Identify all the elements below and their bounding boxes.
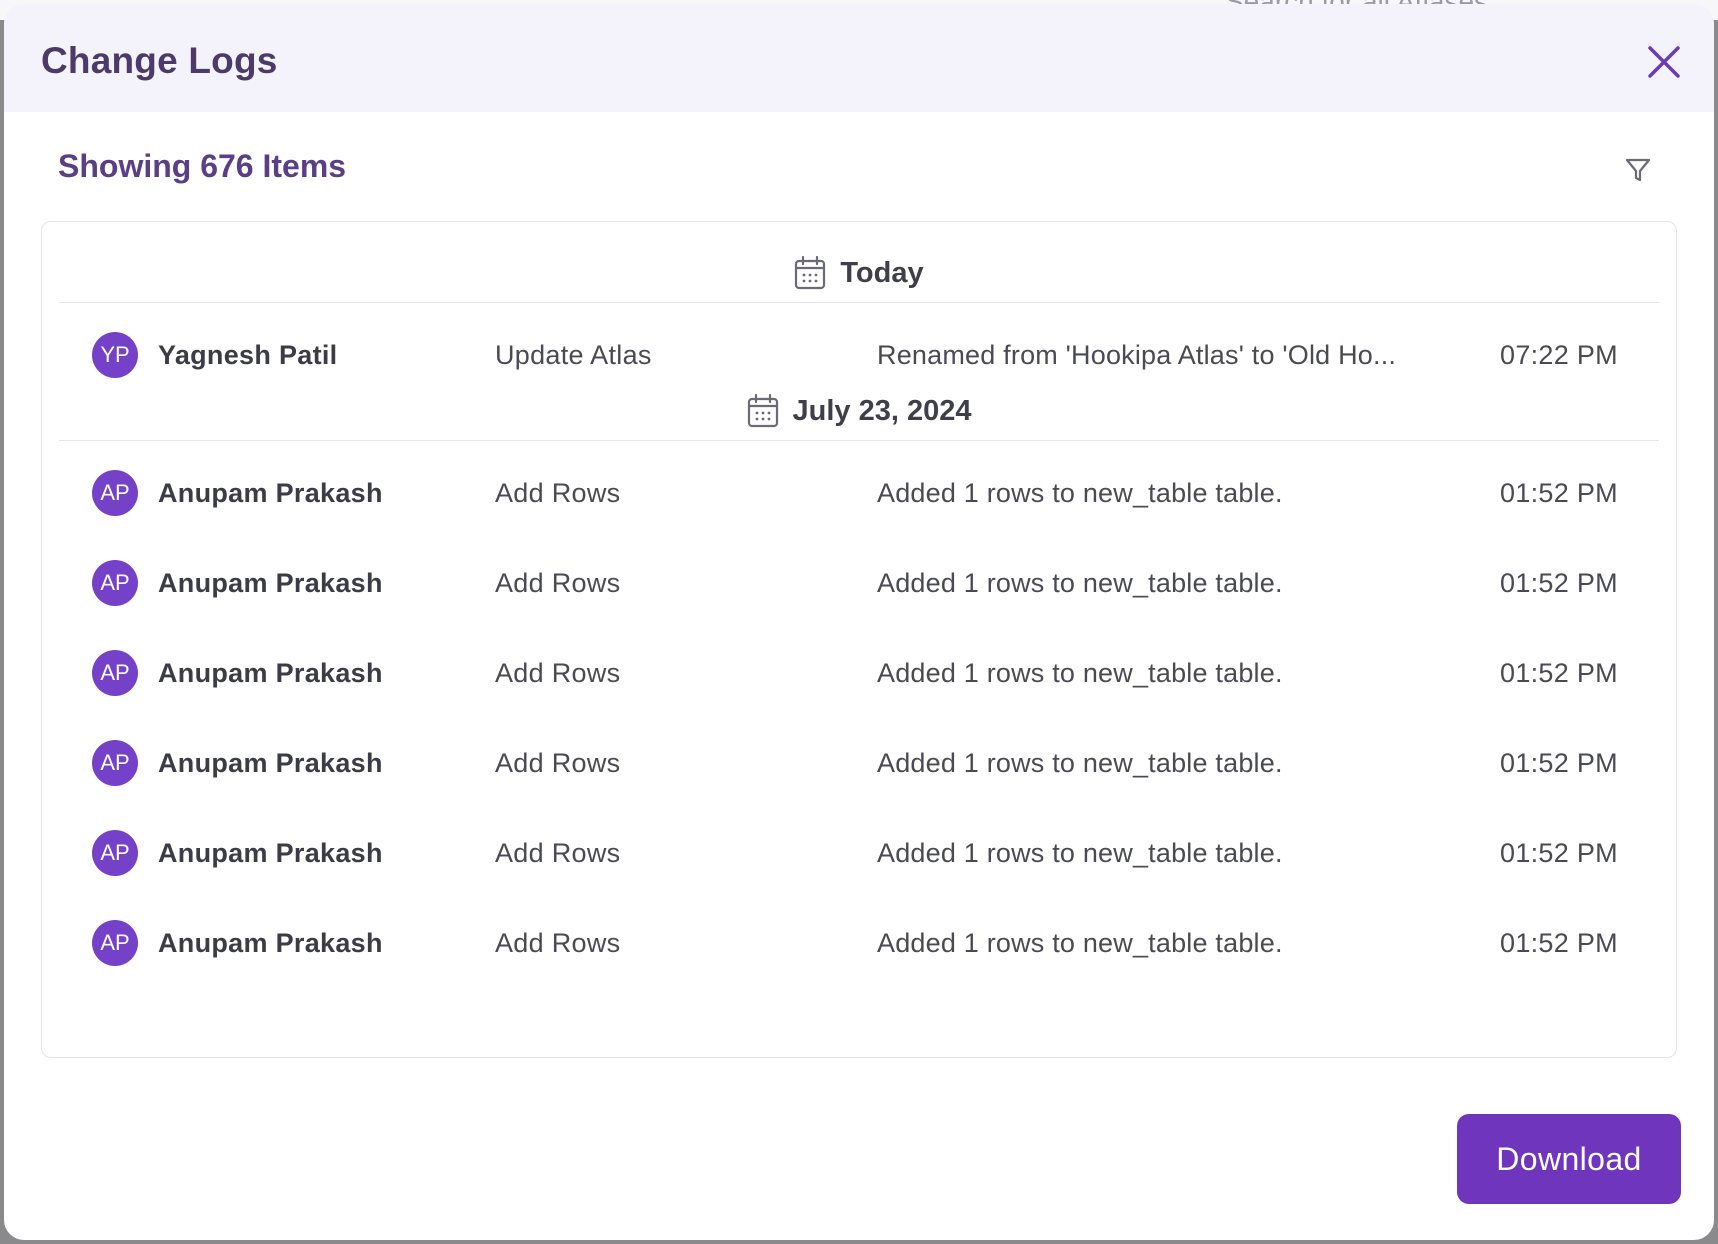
log-entry-row[interactable]: AP Anupam Prakash Add Rows Added 1 rows to … — [42, 822, 1678, 882]
date-group-header: July 23, 2024 — [59, 382, 1659, 441]
timestamp: 07:22 PM — [1500, 340, 1618, 370]
download-button[interactable]: Download — [1457, 1114, 1681, 1204]
change-details: Added 1 rows to new_table table. — [877, 658, 1283, 688]
change-details: Added 1 rows to new_table table. — [877, 928, 1283, 958]
action-type: Add Rows — [495, 838, 621, 868]
avatar: YP — [92, 332, 138, 378]
date-group-label: July 23, 2024 — [792, 394, 972, 427]
close-icon — [1648, 46, 1680, 78]
avatar: AP — [92, 470, 138, 516]
calendar-icon — [747, 394, 778, 428]
avatar: AP — [92, 560, 138, 606]
avatar: AP — [92, 830, 138, 876]
modal-title: Change Logs — [41, 40, 278, 81]
change-details: Added 1 rows to new_table table. — [877, 748, 1283, 778]
action-type: Add Rows — [495, 748, 621, 778]
change-details: Renamed from 'Hookipa Atlas' to 'Old Ho.… — [877, 340, 1397, 370]
change-details: Added 1 rows to new_table table. — [877, 478, 1283, 508]
timestamp: 01:52 PM — [1500, 838, 1618, 868]
user-name: Anupam Prakash — [158, 658, 383, 688]
timestamp: 01:52 PM — [1500, 748, 1618, 778]
close-button[interactable] — [1644, 42, 1684, 82]
timestamp: 01:52 PM — [1500, 928, 1618, 958]
action-type: Add Rows — [495, 928, 621, 958]
user-name: Anupam Prakash — [158, 838, 383, 868]
timestamp: 01:52 PM — [1500, 478, 1618, 508]
action-type: Add Rows — [495, 478, 621, 508]
change-logs-modal: Change Logs Showing 676 Items Today YP Yag… — [4, 4, 1714, 1240]
date-group-header: Today — [59, 244, 1659, 303]
log-entry-row[interactable]: AP Anupam Prakash Add Rows Added 1 rows to … — [42, 912, 1678, 972]
calendar-icon — [795, 256, 826, 290]
filter-button[interactable] — [1622, 154, 1654, 186]
user-name: Yagnesh Patil — [158, 340, 338, 370]
user-name: Anupam Prakash — [158, 928, 383, 958]
action-type: Add Rows — [495, 568, 621, 598]
log-entry-row[interactable]: YP Yagnesh Patil Update Atlas Renamed from … — [42, 324, 1678, 384]
change-log-list: Today YP Yagnesh Patil Update Atlas Renamed … — [41, 221, 1677, 1058]
action-type: Add Rows — [495, 658, 621, 688]
log-entry-row[interactable]: AP Anupam Prakash Add Rows Added 1 rows to … — [42, 552, 1678, 612]
action-type: Update Atlas — [495, 340, 652, 370]
change-details: Added 1 rows to new_table table. — [877, 568, 1283, 598]
log-entry-row[interactable]: AP Anupam Prakash Add Rows Added 1 rows to … — [42, 462, 1678, 522]
modal-header: Change Logs — [4, 4, 1714, 112]
avatar: AP — [92, 650, 138, 696]
timestamp: 01:52 PM — [1500, 658, 1618, 688]
filter-icon — [1625, 158, 1651, 182]
date-group-label: Today — [840, 256, 924, 289]
timestamp: 01:52 PM — [1500, 568, 1618, 598]
log-entry-row[interactable]: AP Anupam Prakash Add Rows Added 1 rows to … — [42, 642, 1678, 702]
user-name: Anupam Prakash — [158, 478, 383, 508]
change-details: Added 1 rows to new_table table. — [877, 838, 1283, 868]
user-name: Anupam Prakash — [158, 568, 383, 598]
avatar: AP — [92, 740, 138, 786]
avatar: AP — [92, 920, 138, 966]
user-name: Anupam Prakash — [158, 748, 383, 778]
item-count-label: Showing 676 Items — [58, 148, 347, 184]
log-entry-row[interactable]: AP Anupam Prakash Add Rows Added 1 rows to … — [42, 732, 1678, 792]
